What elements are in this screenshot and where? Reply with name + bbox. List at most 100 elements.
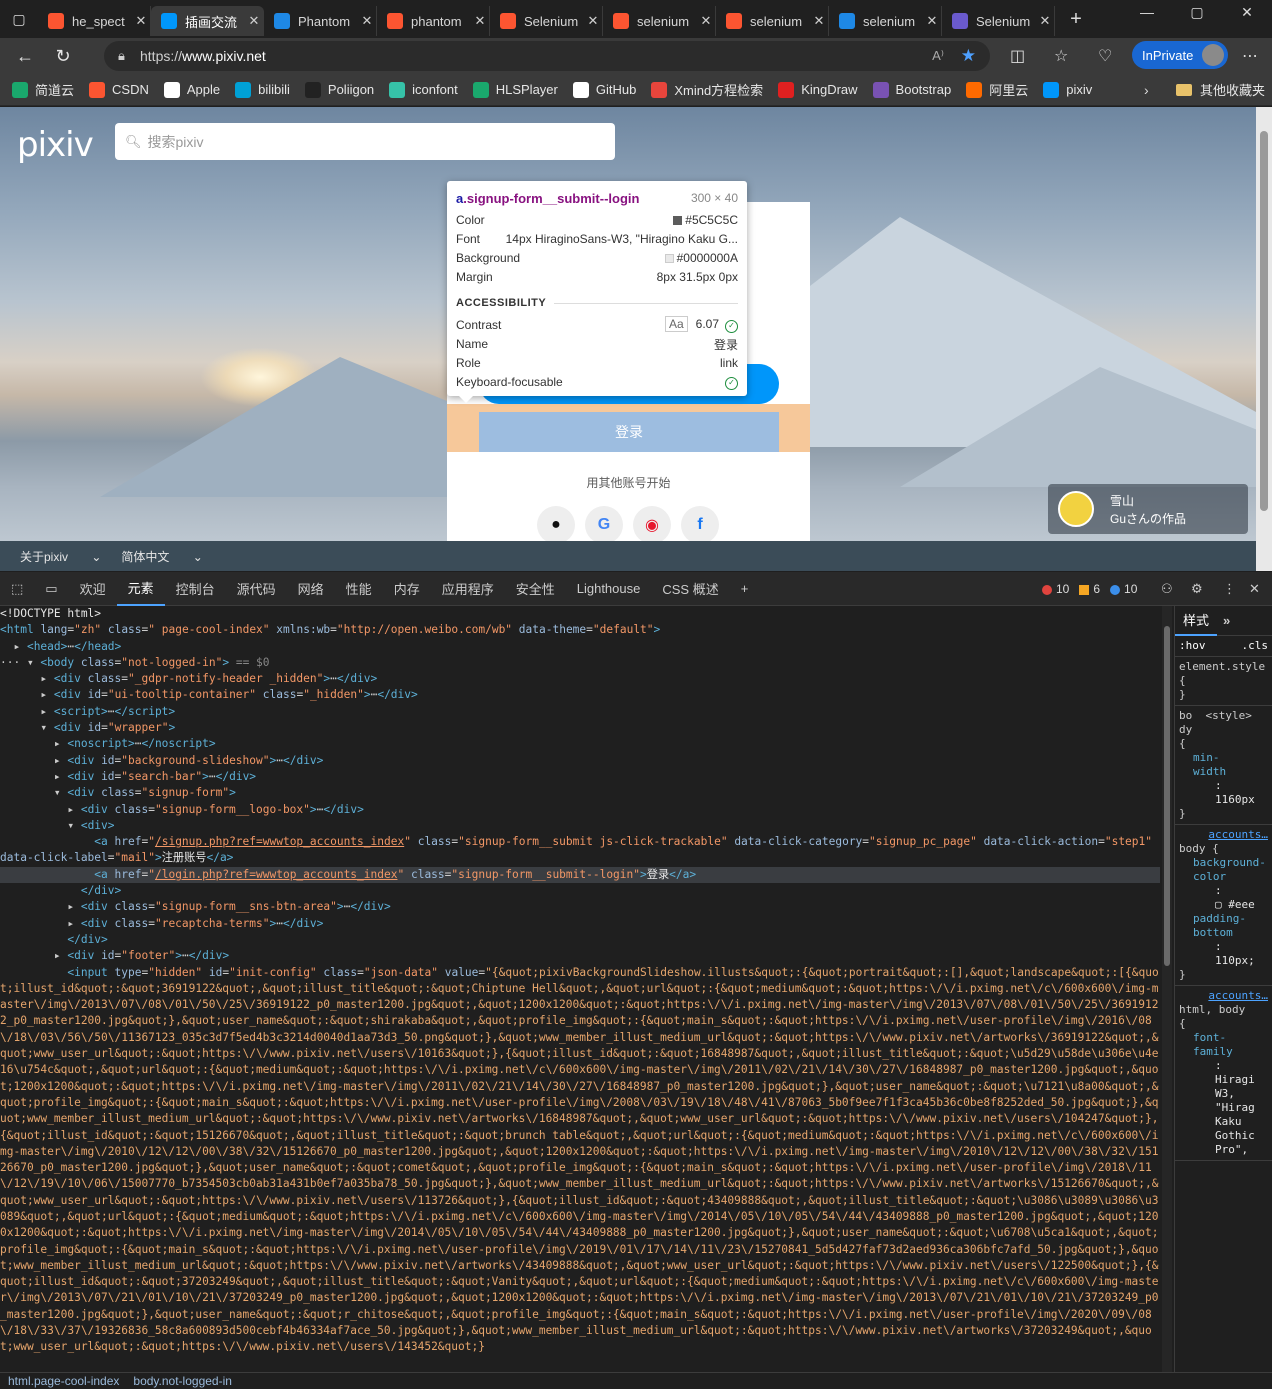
dom-node-line[interactable]: </div> xyxy=(0,883,1160,899)
style-rule[interactable]: accounts… body {background-color: ▢ #eee pa… xyxy=(1175,825,1272,986)
back-icon[interactable]: ← xyxy=(6,46,44,67)
read-aloud-icon[interactable]: A⁾ xyxy=(932,48,944,64)
bookmark-item[interactable]: iconfont xyxy=(389,80,458,99)
devtools-tab[interactable]: 网络 xyxy=(287,572,335,606)
inspect-element-icon[interactable]: ⬚ xyxy=(0,572,34,606)
refresh-icon[interactable]: ↻ xyxy=(44,46,82,67)
devtools-tab[interactable]: 内存 xyxy=(383,572,431,606)
url-field[interactable]: 🔒︎ https://www.pixiv.net A⁾ ★ xyxy=(104,41,990,71)
gear-icon[interactable]: ⚙ xyxy=(1180,572,1214,606)
dom-node-line[interactable]: <html lang="zh" class=" page-cool-index"… xyxy=(0,622,1160,638)
browser-tab[interactable]: Phantom ✕ xyxy=(264,6,377,36)
tab-styles[interactable]: 样式 xyxy=(1175,606,1218,636)
breadcrumb-item[interactable]: body.not-logged-in xyxy=(133,1374,232,1388)
dom-node-line[interactable]: <a href="/login.php?ref=wwwtop_accounts_… xyxy=(0,866,1160,884)
devtools-tab[interactable]: 安全性 xyxy=(505,572,566,606)
minimize-icon[interactable]: — xyxy=(1122,0,1172,24)
dom-tree-scrollbar[interactable] xyxy=(1162,606,1172,1372)
dom-node-line[interactable]: ▸ <div class="_gdpr-notify-header _hidde… xyxy=(0,671,1160,687)
dom-node-line[interactable]: ▸ <div id="footer">⋯</div> xyxy=(0,948,1160,964)
style-rule[interactable]: accounts… html, body{font-family: Hiragi W3… xyxy=(1175,986,1272,1161)
dom-node-line[interactable]: ▸ <head>⋯</head> xyxy=(0,639,1160,655)
new-tab-button[interactable]: + xyxy=(1061,8,1091,31)
browser-essentials-icon[interactable]: ♡ xyxy=(1098,46,1112,66)
browser-tab[interactable]: selenium ✕ xyxy=(829,6,942,36)
devtools-tab[interactable]: 控制台 xyxy=(165,572,226,606)
close-tab-icon[interactable]: ✕ xyxy=(1036,13,1054,29)
scrollbar-thumb[interactable] xyxy=(1260,131,1268,511)
style-rule[interactable]: bo <style> dy{min-width:1160px} xyxy=(1175,706,1272,825)
dom-node-line[interactable]: <!DOCTYPE html> xyxy=(0,606,1160,622)
bookmark-item[interactable]: bilibili xyxy=(235,80,290,99)
bookmark-item[interactable]: CSDN xyxy=(89,80,149,99)
style-rule[interactable]: element.style {} xyxy=(1175,657,1272,706)
devtools-tab[interactable]: CSS 概述 xyxy=(651,572,729,606)
issue-counters[interactable]: 10 6 10 xyxy=(1042,582,1137,596)
devtools-tab[interactable]: Lighthouse xyxy=(566,572,652,606)
browser-tab[interactable]: selenium ✕ xyxy=(716,6,829,36)
dom-node-line[interactable]: </div> xyxy=(0,932,1160,948)
settings-more-icon[interactable]: ⋯ xyxy=(1242,46,1258,66)
browser-tab[interactable]: he_spect ✕ xyxy=(38,6,151,36)
pixiv-logo[interactable]: pixiv xyxy=(17,125,94,165)
dom-tree[interactable]: <!DOCTYPE html> <html lang="zh" class=" p… xyxy=(0,606,1160,1372)
devtools-tab[interactable]: 源代码 xyxy=(226,572,287,606)
chevron-right-icon[interactable]: » xyxy=(1217,613,1230,628)
dom-node-line[interactable]: <a href="/signup.php?ref=wwwtop_accounts… xyxy=(0,834,1160,867)
dom-node-line[interactable]: ▸ <div id="search-bar">⋯</div> xyxy=(0,769,1160,785)
scrollbar-thumb[interactable] xyxy=(1164,626,1170,966)
browser-tab[interactable]: selenium ✕ xyxy=(603,6,716,36)
devtools-tab[interactable]: 元素 xyxy=(116,572,165,606)
dom-node-line[interactable]: ▸ <noscript>⋯</noscript> xyxy=(0,736,1160,752)
login-button[interactable]: 登录 xyxy=(479,412,779,452)
browser-tab[interactable]: 插画交流 ✕ xyxy=(151,6,264,36)
dom-node-line[interactable]: ··· ▾ <body class="not-logged-in"> == $0 xyxy=(0,655,1160,671)
bookmark-item[interactable]: pixiv xyxy=(1043,80,1092,99)
tab-actions-icon[interactable]: ▢ xyxy=(0,0,38,38)
dom-node-line[interactable]: <input type="hidden" id="init-config" cl… xyxy=(0,965,1160,1356)
more-tools-icon[interactable]: + xyxy=(730,572,760,606)
google-login-icon[interactable]: G xyxy=(585,506,623,544)
favorites-icon[interactable]: ☆ xyxy=(1054,46,1068,66)
dom-node-line[interactable]: ▸ <div class="signup-form__logo-box">⋯</… xyxy=(0,802,1160,818)
bookmark-item[interactable]: Bootstrap xyxy=(872,80,951,99)
footer-about-link[interactable]: 关于pixiv ⌄ xyxy=(20,548,101,565)
close-tab-icon[interactable]: ✕ xyxy=(132,13,150,29)
bookmark-item[interactable]: 阿里云 xyxy=(966,80,1028,99)
language-selector[interactable]: 简体中文 ⌄ xyxy=(121,548,202,565)
bookmark-item[interactable]: Poliigon xyxy=(304,80,374,99)
page-scrollbar[interactable] xyxy=(1256,107,1272,571)
bookmark-item[interactable]: HLSPlayer xyxy=(472,80,558,99)
devtools-tab[interactable]: 应用程序 xyxy=(431,572,505,606)
browser-tab[interactable]: Selenium ✕ xyxy=(942,6,1055,36)
browser-tab[interactable]: phantom ✕ xyxy=(377,6,490,36)
apple-login-icon[interactable]: ● xyxy=(537,506,575,544)
dom-node-line[interactable]: ▾ <div class="signup-form"> xyxy=(0,785,1160,801)
bookmark-item[interactable]: Xmind方程检索 xyxy=(651,80,763,99)
hov-toggle[interactable]: :hov xyxy=(1179,639,1206,653)
cls-toggle[interactable]: .cls xyxy=(1242,639,1269,653)
close-tab-icon[interactable]: ✕ xyxy=(810,13,828,29)
split-screen-icon[interactable]: ◫ xyxy=(1010,46,1025,66)
close-tab-icon[interactable]: ✕ xyxy=(471,13,489,29)
close-tab-icon[interactable]: ✕ xyxy=(245,13,263,29)
devtools-tab[interactable]: 欢迎 xyxy=(69,572,117,606)
devtools-tab[interactable]: 性能 xyxy=(335,572,383,606)
breadcrumb-item[interactable]: html.page-cool-index xyxy=(8,1374,119,1388)
browser-tab[interactable]: Selenium ✕ xyxy=(490,6,603,36)
devtools-network-conditions-icon[interactable]: ⚇ xyxy=(1150,572,1184,606)
close-tab-icon[interactable]: ✕ xyxy=(358,13,376,29)
dom-node-line[interactable]: ▾ <div id="wrapper"> xyxy=(0,720,1160,736)
artwork-credit-card[interactable]: 雪山 Guさんの作品 xyxy=(1048,484,1248,534)
other-bookmarks-folder[interactable]: 其他收藏夹 xyxy=(1176,80,1265,99)
favorite-star-icon[interactable]: ★ xyxy=(961,46,976,66)
bookmark-item[interactable]: GitHub xyxy=(572,80,636,99)
dom-node-line[interactable]: ▾ <div> xyxy=(0,818,1160,834)
close-devtools-icon[interactable]: ✕ xyxy=(1238,572,1271,606)
close-tab-icon[interactable]: ✕ xyxy=(584,13,602,29)
dom-node-line[interactable]: ▸ <script>⋯</script> xyxy=(0,704,1160,720)
dom-node-line[interactable]: ▸ <div id="background-slideshow">⋯</div> xyxy=(0,753,1160,769)
close-window-icon[interactable]: ✕ xyxy=(1222,0,1272,24)
inprivate-button[interactable]: InPrivate xyxy=(1132,41,1228,69)
dom-node-line[interactable]: ▸ <div id="ui-tooltip-container" class="… xyxy=(0,687,1160,703)
